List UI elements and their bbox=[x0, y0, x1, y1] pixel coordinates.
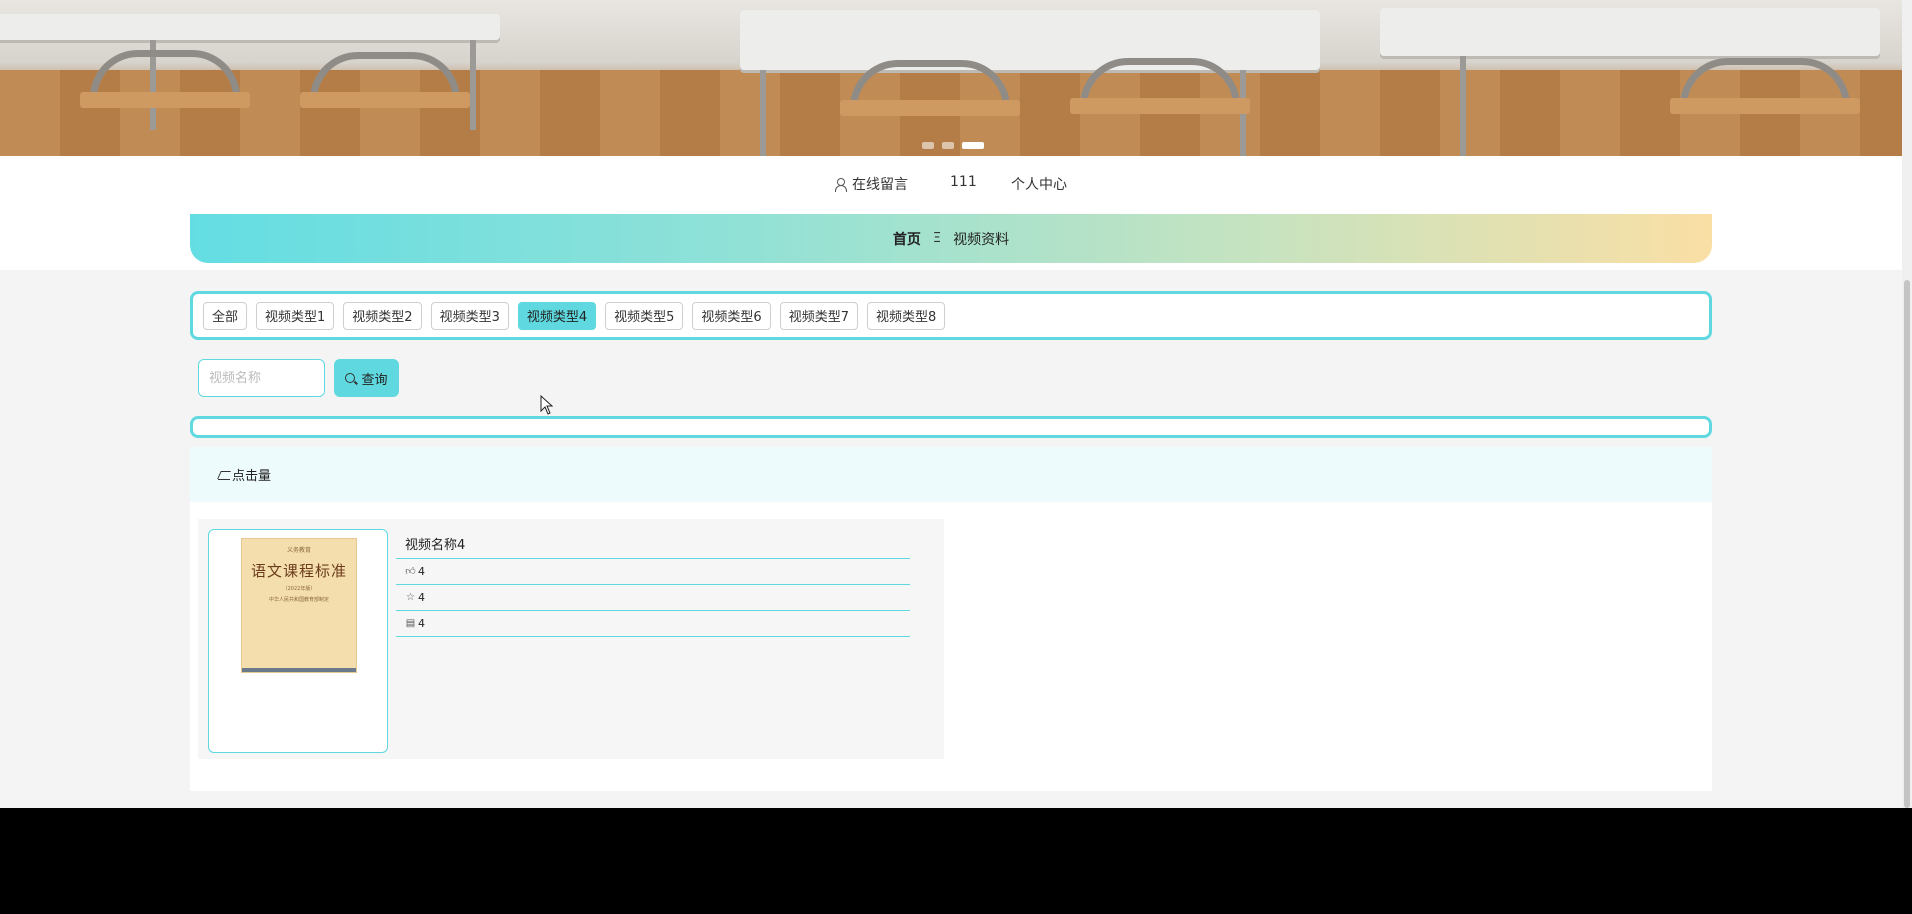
page: 在线留言 111 个人中心 首页 Ξ 视频资料 全部 视频类型1 视频类型2 视频类型… bbox=[0, 0, 1902, 808]
banner-chair bbox=[90, 50, 240, 98]
banner-chair-seat bbox=[1670, 98, 1860, 114]
comment-icon: ▤ bbox=[405, 618, 416, 629]
category-tab[interactable]: 视频类型4 bbox=[517, 301, 597, 330]
user-icon bbox=[834, 177, 847, 192]
banner-desk-leg bbox=[470, 40, 476, 130]
sort-header: 点击量 bbox=[190, 447, 1712, 502]
video-info: 视频名称4 👍︎ 4 ☆ 4 ▤ 4 bbox=[396, 529, 910, 637]
banner-chair-seat bbox=[1070, 98, 1250, 114]
video-favorites-row: ☆ 4 bbox=[396, 585, 910, 611]
results-panel: 点击量 义务教育 语文课程标准 （2022年版） 中华人民共和国教育部制定 视频… bbox=[190, 447, 1712, 791]
nav-wrapper: 首页 Ξ 视频资料 bbox=[0, 214, 1902, 270]
chart-icon bbox=[218, 470, 230, 480]
book-cover-title: 语文课程标准 bbox=[250, 562, 347, 580]
search-input[interactable] bbox=[198, 359, 325, 397]
video-title[interactable]: 视频名称4 bbox=[396, 529, 910, 559]
search-button-label: 查询 bbox=[361, 372, 388, 388]
message-link-label: 在线留言 bbox=[852, 177, 908, 193]
category-tab[interactable]: 视频类型3 bbox=[430, 301, 509, 330]
banner-desk bbox=[0, 14, 500, 40]
search-button[interactable]: 查询 bbox=[334, 359, 399, 397]
breadcrumb-home[interactable]: 首页 bbox=[893, 229, 921, 249]
thumbs-up-icon: 👍︎ bbox=[405, 566, 416, 577]
mouse-cursor-icon bbox=[540, 395, 554, 415]
banner-chair-seat bbox=[80, 92, 250, 108]
banner-desk-leg bbox=[1460, 56, 1466, 156]
profile-link[interactable]: 个人中心 bbox=[1011, 174, 1067, 194]
category-filter: 全部 视频类型1 视频类型2 视频类型3 视频类型4 视频类型5 视频类型6 视频类型7 视频类… bbox=[190, 291, 1712, 340]
category-tab[interactable]: 视频类型2 bbox=[343, 301, 422, 330]
username-label: 111 bbox=[950, 174, 977, 190]
message-link[interactable]: 在线留言 bbox=[834, 174, 908, 194]
breadcrumb: 首页 Ξ 视频资料 bbox=[190, 214, 1712, 263]
category-tab[interactable]: 视频类型8 bbox=[866, 301, 946, 330]
carousel-dot[interactable] bbox=[942, 142, 954, 149]
video-comments: 4 bbox=[418, 617, 425, 630]
video-likes-row: 👍︎ 4 bbox=[396, 559, 910, 585]
banner-chair-seat bbox=[840, 100, 1020, 116]
category-tab[interactable]: 视频类型6 bbox=[692, 301, 771, 330]
username-link[interactable]: 111 bbox=[950, 174, 977, 190]
category-tab[interactable]: 全部 bbox=[203, 301, 248, 330]
book-cover-publisher: 中华人民共和国教育部制定 bbox=[268, 597, 329, 603]
banner-chair-seat bbox=[300, 92, 470, 108]
scrollbar-thumb[interactable] bbox=[1904, 280, 1910, 808]
carousel-dot-active[interactable] bbox=[962, 142, 984, 149]
category-tab[interactable]: 视频类型1 bbox=[256, 301, 335, 330]
video-favorites: 4 bbox=[418, 591, 425, 604]
banner-desk bbox=[740, 10, 1320, 70]
banner-desk-leg bbox=[760, 70, 766, 156]
book-cover-subtitle: （2022年版） bbox=[282, 586, 316, 592]
category-tab[interactable]: 视频类型7 bbox=[779, 301, 858, 330]
vertical-scrollbar[interactable] bbox=[1902, 0, 1912, 808]
carousel-dot[interactable] bbox=[922, 142, 934, 149]
video-likes: 4 bbox=[418, 565, 425, 578]
breadcrumb-separator-icon: Ξ bbox=[932, 231, 942, 246]
breadcrumb-current: 视频资料 bbox=[953, 231, 1010, 248]
top-links-bar: 在线留言 111 个人中心 bbox=[0, 156, 1902, 214]
book-cover-image: 义务教育 语文课程标准 （2022年版） 中华人民共和国教育部制定 bbox=[241, 538, 357, 673]
video-card[interactable]: 义务教育 语文课程标准 （2022年版） 中华人民共和国教育部制定 视频名称4 … bbox=[198, 519, 944, 759]
category-tab[interactable]: 视频类型5 bbox=[605, 301, 684, 330]
video-comments-row: ▤ 4 bbox=[396, 611, 910, 637]
book-cover-band bbox=[242, 668, 356, 672]
carousel-indicators bbox=[922, 142, 984, 149]
banner-carousel[interactable] bbox=[0, 0, 1902, 156]
search-icon bbox=[345, 373, 356, 383]
video-thumbnail[interactable]: 义务教育 语文课程标准 （2022年版） 中华人民共和国教育部制定 bbox=[208, 529, 388, 753]
book-cover-top: 义务教育 bbox=[286, 547, 311, 554]
star-icon: ☆ bbox=[406, 592, 415, 603]
sort-by-clicks[interactable]: 点击量 bbox=[232, 465, 271, 484]
banner-desk bbox=[1380, 8, 1880, 56]
filter-strip bbox=[190, 416, 1712, 438]
profile-link-label: 个人中心 bbox=[1011, 177, 1067, 193]
